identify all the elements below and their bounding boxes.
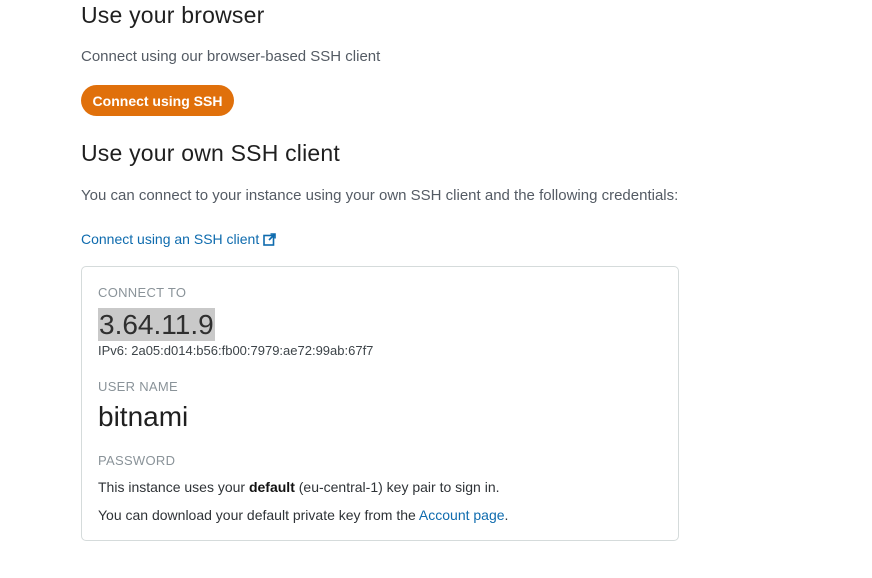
- key-pair-text-suffix: (eu-central-1) key pair to sign in.: [294, 479, 500, 495]
- account-page-link[interactable]: Account page: [419, 507, 505, 523]
- ssh-client-link-label: Connect using an SSH client: [81, 231, 260, 247]
- ipv6-address-value: IPv6: 2a05:d014:b56:fb00:7979:ae72:99ab:…: [98, 343, 374, 358]
- download-text-prefix: You can download your default private ke…: [98, 507, 419, 523]
- connect-to-label: CONNECT TO: [98, 285, 187, 300]
- credentials-card: CONNECT TO 3.64.11.9 IPv6: 2a05:d014:b56…: [81, 266, 679, 541]
- ip-address-value[interactable]: 3.64.11.9: [98, 308, 215, 341]
- own-client-description: You can connect to your instance using y…: [81, 187, 679, 204]
- connect-using-ssh-button[interactable]: Connect using SSH: [81, 85, 234, 116]
- connect-using-ssh-client-link[interactable]: Connect using an SSH client: [81, 231, 277, 247]
- use-browser-heading: Use your browser: [81, 2, 265, 28]
- browser-description: Connect using our browser-based SSH clie…: [81, 48, 381, 65]
- key-pair-info: This instance uses your default (eu-cent…: [98, 479, 500, 495]
- key-pair-text-prefix: This instance uses your: [98, 479, 249, 495]
- password-label: PASSWORD: [98, 453, 176, 468]
- download-key-info: You can download your default private ke…: [98, 507, 508, 523]
- external-link-icon: [263, 232, 277, 246]
- user-name-label: USER NAME: [98, 379, 178, 394]
- user-name-value: bitnami: [98, 401, 189, 432]
- use-own-client-heading: Use your own SSH client: [81, 140, 340, 166]
- connect-page: Use your browser Connect using our brows…: [0, 0, 872, 578]
- download-text-suffix: .: [504, 507, 509, 523]
- key-pair-default-bold: default: [248, 479, 295, 495]
